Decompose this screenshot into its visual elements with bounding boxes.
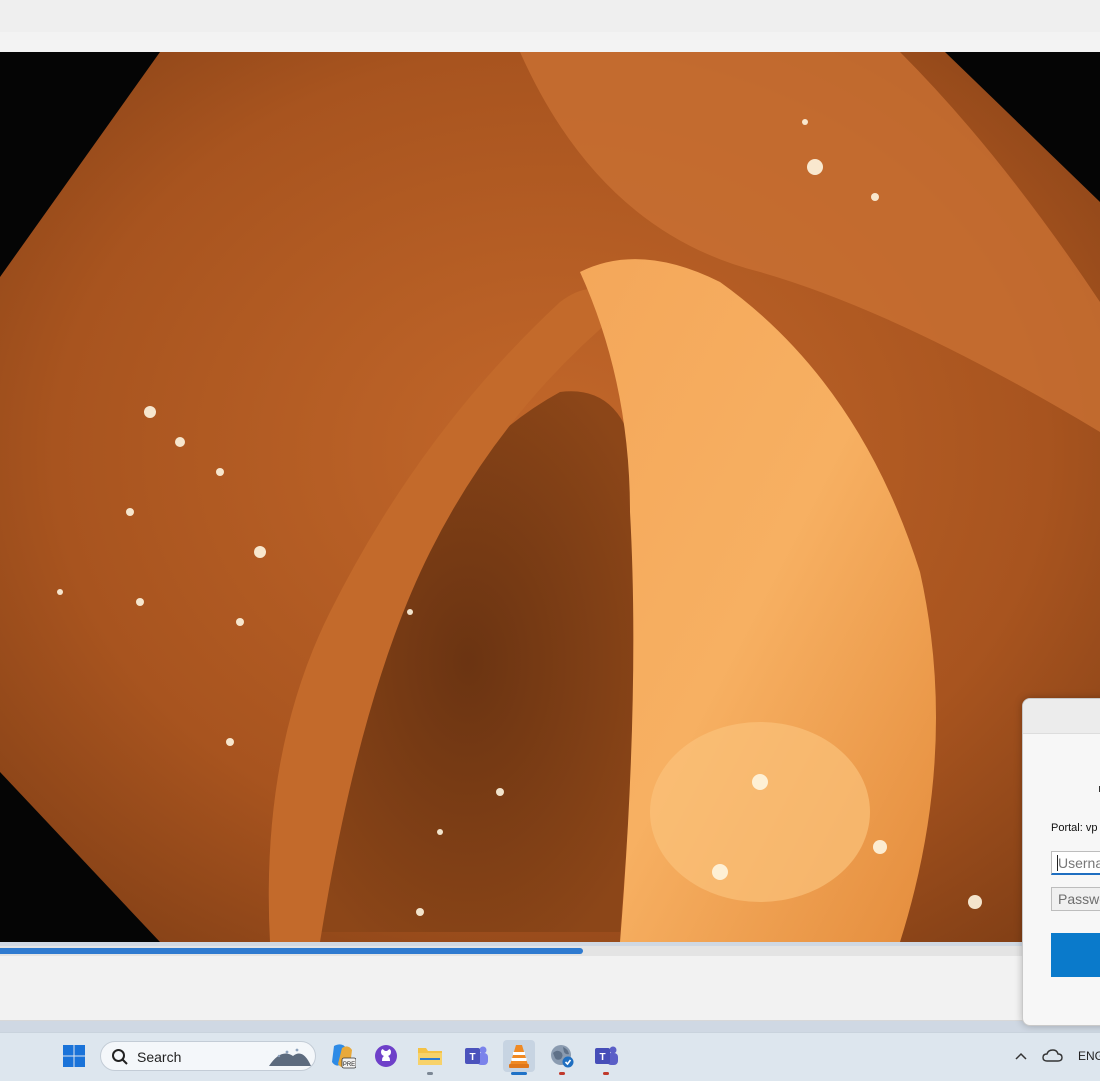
search-label: Search	[137, 1049, 182, 1065]
teams-icon[interactable]: T	[590, 1040, 622, 1072]
seek-bar[interactable]	[0, 946, 1100, 956]
teams-indicator	[603, 1072, 609, 1075]
vlc-active-indicator	[511, 1072, 527, 1075]
svg-text:PRE: PRE	[343, 1062, 355, 1068]
vpn-globe-icon[interactable]	[546, 1040, 578, 1072]
search-icon	[111, 1048, 129, 1071]
teams-classic-icon[interactable]: T	[460, 1040, 492, 1072]
taskbar-search[interactable]: Search	[100, 1041, 316, 1071]
github-desktop-icon[interactable]	[370, 1040, 402, 1072]
file-explorer-icon[interactable]	[414, 1040, 446, 1072]
dialog-header	[1023, 699, 1100, 734]
vlc-icon[interactable]	[503, 1040, 535, 1072]
window-titlebar	[0, 0, 1100, 33]
window-menubar	[0, 32, 1100, 52]
text-caret	[1057, 855, 1058, 871]
svg-text:T: T	[469, 1052, 475, 1063]
vpn-login-dialog: Portal: vp	[1022, 698, 1100, 1026]
vpn-globe-indicator	[559, 1072, 565, 1075]
video-frame[interactable]	[0, 52, 1100, 942]
player-controls-bar	[0, 956, 1100, 1021]
endoscopy-image	[0, 52, 1100, 942]
tray-language[interactable]: ENG	[1078, 1049, 1100, 1063]
svg-text:T: T	[599, 1052, 605, 1063]
search-highlight-art-icon	[267, 1044, 313, 1073]
seek-bar-fill	[0, 948, 583, 954]
chevron-up-icon[interactable]	[1014, 1046, 1028, 1071]
copilot-icon[interactable]: PRE	[326, 1040, 358, 1072]
portal-label: Portal: vp	[1051, 822, 1098, 834]
password-input[interactable]	[1051, 887, 1100, 911]
windows-start-icon[interactable]	[58, 1040, 90, 1072]
file-explorer-indicator	[427, 1072, 433, 1075]
connect-button[interactable]	[1051, 933, 1100, 977]
username-input[interactable]	[1051, 851, 1100, 875]
onedrive-cloud-icon[interactable]	[1042, 1046, 1064, 1071]
